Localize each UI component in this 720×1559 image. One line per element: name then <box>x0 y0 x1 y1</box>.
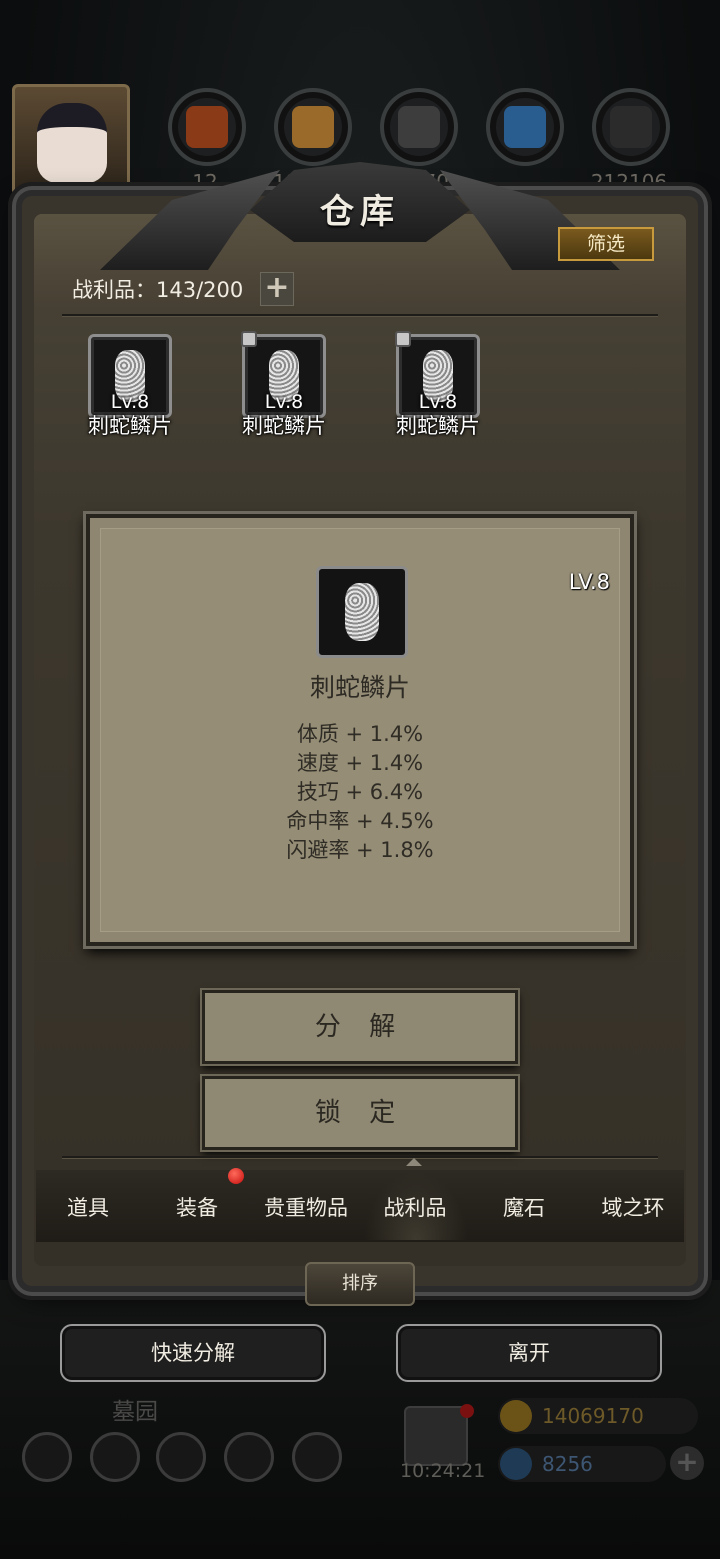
stat-line: 命中率 + 4.5% <box>286 809 434 833</box>
add-gems-button[interactable]: + <box>670 1446 704 1480</box>
gem-amount: 8256 <box>542 1452 593 1476</box>
lock-icon <box>395 331 411 347</box>
settings-gear-icon[interactable] <box>22 1432 72 1482</box>
wood-resource-icon <box>274 88 352 166</box>
sort-button[interactable]: 排序 <box>305 1262 415 1306</box>
item-slot[interactable]: Lv.8 <box>88 334 172 418</box>
detail-item-level: LV.8 <box>568 570 610 594</box>
gold-coin-icon <box>500 1400 532 1432</box>
tab-valuables[interactable]: 贵重物品 <box>252 1192 360 1222</box>
player-avatar[interactable] <box>12 84 130 196</box>
item-name: 刺蛇鳞片 <box>396 414 480 438</box>
tab-domain-rings[interactable]: 域之环 <box>579 1192 687 1222</box>
guild-menu-icon[interactable] <box>292 1432 342 1482</box>
quest-menu-icon[interactable] <box>156 1432 206 1482</box>
add-capacity-button[interactable]: + <box>260 272 294 306</box>
notification-dot <box>460 1404 474 1418</box>
decompose-button[interactable]: 分 解 <box>202 990 518 1064</box>
stat-line: 速度 + 1.4% <box>296 751 424 775</box>
notification-dot <box>228 1168 244 1184</box>
mail-icon[interactable] <box>224 1432 274 1482</box>
crystal-resource-icon <box>486 88 564 166</box>
gem-icon <box>500 1448 532 1480</box>
lock-button[interactable]: 锁 定 <box>202 1076 518 1150</box>
avatar-portrait <box>37 103 107 183</box>
detail-item-name: 刺蛇鳞片 <box>309 673 410 702</box>
star-menu-icon[interactable] <box>90 1432 140 1482</box>
detail-item-icon <box>316 566 408 658</box>
inventory-capacity: 战利品：143/200 <box>72 278 244 302</box>
iron-resource-value: 212106 <box>590 170 668 194</box>
quick-decompose-button[interactable]: 快速分解 <box>60 1324 326 1382</box>
gift-box-icon[interactable] <box>404 1406 468 1466</box>
detail-stats: 体质 + 1.4% 速度 + 1.4% 技巧 + 6.4% 命中率 + 4.5%… <box>90 720 630 865</box>
item-name: 刺蛇鳞片 <box>88 414 172 438</box>
page-title: 仓库 <box>320 192 400 232</box>
location-name: 墓园 <box>112 1399 158 1425</box>
filter-button[interactable]: 筛选 <box>558 227 654 261</box>
stone-resource-icon <box>380 88 458 166</box>
meat-resource-icon <box>168 88 246 166</box>
caret-up-icon <box>406 1158 422 1166</box>
tab-items[interactable]: 道具 <box>34 1192 142 1222</box>
leave-button[interactable]: 离开 <box>396 1324 662 1382</box>
item-slot[interactable]: Lv.8 <box>241 331 326 418</box>
gold-amount: 14069170 <box>542 1404 644 1428</box>
lock-icon <box>241 331 257 347</box>
divider <box>62 1156 658 1158</box>
item-name: 刺蛇鳞片 <box>242 414 326 438</box>
divider <box>62 314 658 316</box>
iron-resource-icon <box>592 88 670 166</box>
item-detail-card: LV.8 刺蛇鳞片 体质 + 1.4% 速度 + 1.4% 技巧 + 6.4% … <box>86 514 634 946</box>
stat-line: 技巧 + 6.4% <box>296 780 424 804</box>
stat-line: 体质 + 1.4% <box>296 722 424 746</box>
tab-magic-stones[interactable]: 魔石 <box>470 1192 578 1222</box>
item-slot[interactable]: Lv.8 <box>395 331 480 418</box>
scale-item-icon <box>345 583 379 641</box>
game-clock: 10:24:21 <box>400 1460 486 1482</box>
stat-line: 闪避率 + 1.8% <box>286 838 434 862</box>
tab-loot[interactable]: 战利品 <box>361 1192 469 1222</box>
tab-equipment[interactable]: 装备 <box>143 1192 251 1222</box>
